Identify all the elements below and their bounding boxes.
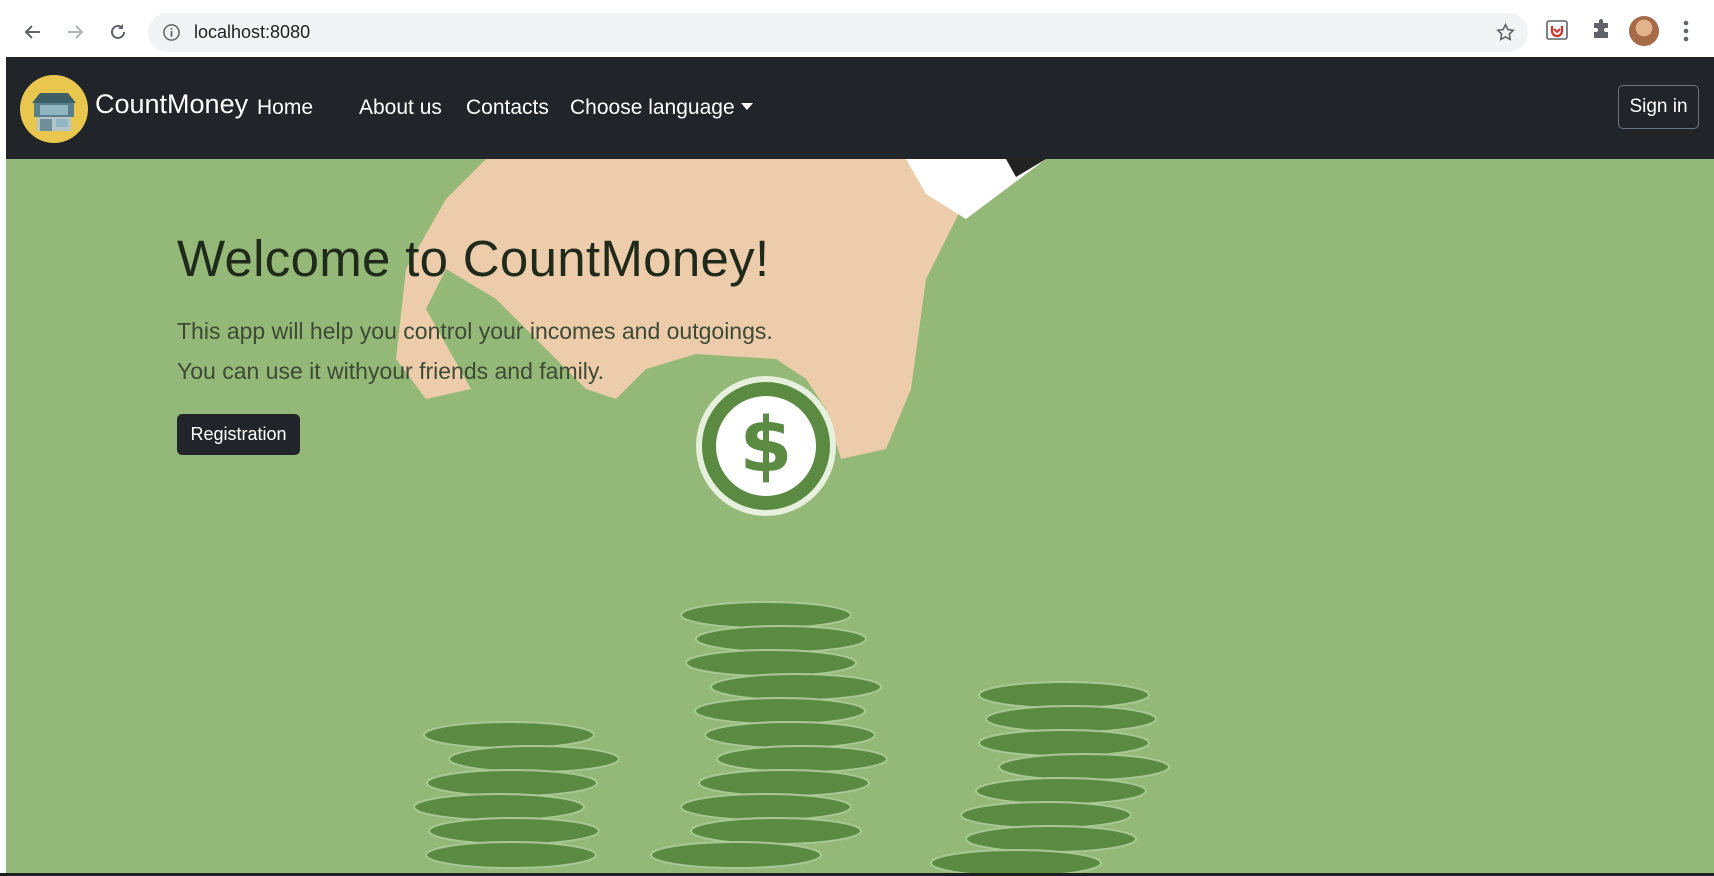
menu-dots-icon[interactable] [1679,17,1693,45]
profile-avatar[interactable] [1629,16,1659,46]
address-bar[interactable]: localhost:8080 [148,13,1528,52]
sign-in-button[interactable]: Sign in [1618,85,1699,129]
navbar: CountMoney Home About us Contacts Choose… [6,57,1714,159]
info-icon[interactable] [162,23,181,42]
caret-down-icon [740,103,753,111]
logo-icon[interactable] [20,75,88,143]
hero-description-line-2: You can use it withyour friends and fami… [177,358,605,384]
svg-text:$: $ [740,400,793,489]
back-arrow-icon[interactable] [15,14,51,50]
web-page: CountMoney Home About us Contacts Choose… [6,57,1714,873]
browser-toolbar: localhost:8080 [0,0,1714,57]
reload-icon[interactable] [100,14,136,50]
nav-choose-language-label: Choose language [570,96,735,119]
nav-contacts[interactable]: Contacts [466,96,549,120]
extension-icon[interactable] [1545,18,1569,42]
hero-description: This app will help you control your inco… [177,311,773,391]
nav-about-us[interactable]: About us [359,96,442,120]
nav-home[interactable]: Home [257,96,313,120]
hero-description-line-1: This app will help you control your inco… [177,318,773,344]
bookmark-star-icon[interactable] [1495,22,1516,43]
registration-button[interactable]: Registration [177,414,300,455]
puzzle-icon[interactable] [1589,18,1613,42]
hero-section: $ Welcome to CountMoney! This app will h… [6,159,1714,873]
hero-title: Welcome to CountMoney! [177,230,770,287]
forward-arrow-icon[interactable] [57,14,93,50]
brand-name[interactable]: CountMoney [95,89,248,120]
nav-choose-language[interactable]: Choose language [570,96,753,120]
url-text[interactable]: localhost:8080 [194,22,310,43]
